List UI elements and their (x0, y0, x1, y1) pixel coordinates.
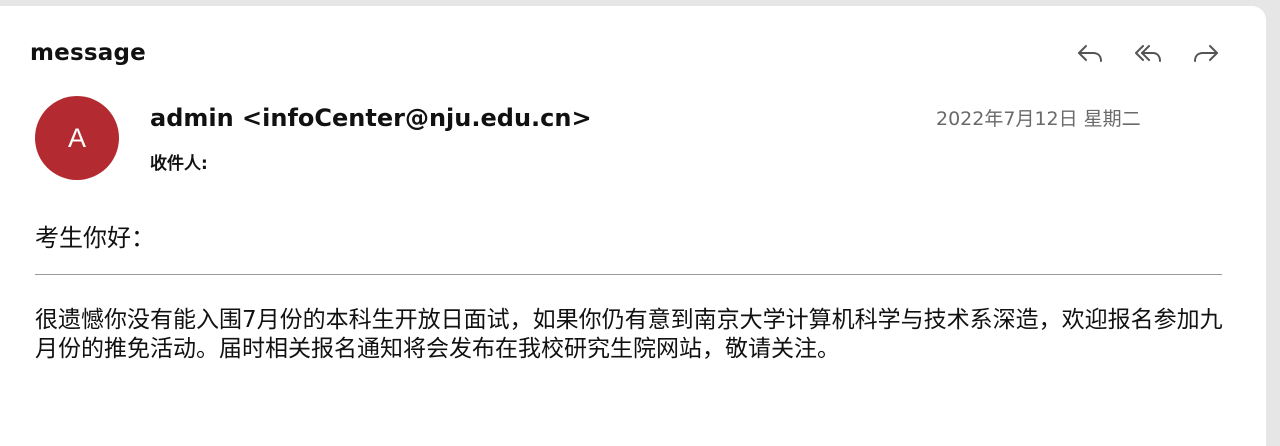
avatar: A (35, 96, 119, 180)
body-greeting: 考生你好： (35, 224, 155, 252)
message-date: 2022年7月12日 星期二 (936, 108, 1141, 130)
reply-all-button[interactable] (1130, 36, 1166, 70)
message-actions (1072, 36, 1232, 70)
reply-all-icon (1135, 45, 1161, 62)
page-title: message (30, 40, 146, 66)
sender-address[interactable]: admin <infoCenter@nju.edu.cn> (150, 104, 592, 132)
recipient-label: 收件人: (150, 154, 208, 174)
forward-icon (1194, 45, 1218, 62)
forward-button[interactable] (1188, 36, 1224, 70)
reply-icon (1078, 45, 1102, 62)
reply-button[interactable] (1072, 36, 1108, 70)
body-paragraph: 很遗憾你没有能入围7月份的本科生开放日面试，如果你仍有意到南京大学计算机科学与技… (35, 307, 1223, 362)
message-window: message A admin <infoCenter@nju.edu.cn> … (0, 6, 1266, 446)
divider (35, 274, 1222, 275)
